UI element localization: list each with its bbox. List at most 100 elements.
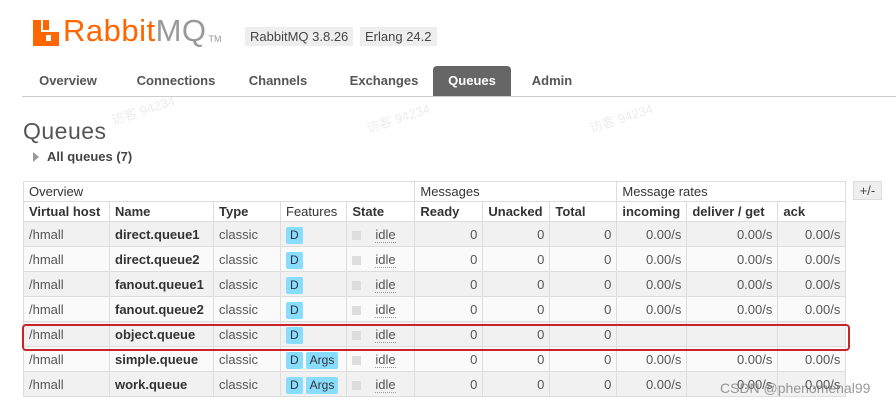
type-cell: classic: [213, 321, 281, 347]
state-indicator-icon: [352, 355, 362, 365]
ready-cell: 0: [414, 221, 484, 247]
unacked-cell: 0: [482, 271, 551, 297]
group-header-message-rates: Message rates: [616, 181, 847, 202]
features-cell: D Args: [279, 346, 348, 372]
type-cell: classic: [213, 346, 281, 372]
ack-rate-cell: 0.00/s: [777, 296, 847, 322]
features-cell: D: [279, 271, 348, 297]
state-cell: idle: [346, 296, 416, 322]
col-header-unacked[interactable]: Unacked: [482, 201, 551, 222]
col-header-name[interactable]: Name: [109, 201, 214, 222]
page-title: Queues: [23, 118, 107, 144]
queue-name-link[interactable]: work.queue: [109, 371, 214, 397]
queue-name-link[interactable]: simple.queue: [109, 346, 214, 372]
unacked-cell: 0: [482, 246, 551, 272]
incoming-rate-cell: 0.00/s: [616, 246, 688, 272]
col-header-total[interactable]: Total: [549, 201, 618, 222]
table-row: /hmall simple.queue classic D Args idle 0 0 0 0.0…: [23, 346, 847, 372]
state-indicator-icon: [352, 305, 362, 315]
col-header-ack[interactable]: ack: [777, 201, 847, 222]
vhost-cell: /hmall: [23, 271, 110, 297]
unacked-cell: 0: [482, 346, 551, 372]
ack-rate-cell: 0.00/s: [777, 346, 847, 372]
deliver-get-rate-cell: 0.00/s: [686, 221, 779, 247]
tab-queues[interactable]: Queues: [433, 66, 511, 96]
incoming-rate-cell: 0.00/s: [616, 371, 688, 397]
col-header-state[interactable]: State: [346, 201, 416, 222]
total-cell: 0: [549, 321, 618, 347]
durable-badge: D: [286, 377, 303, 394]
vhost-cell: /hmall: [23, 246, 110, 272]
queue-name-link[interactable]: fanout.queue1: [109, 271, 214, 297]
unacked-cell: 0: [482, 296, 551, 322]
erlang-version-badge: Erlang 24.2: [360, 27, 437, 46]
durable-badge: D: [286, 227, 303, 244]
state-label: idle: [375, 326, 396, 343]
tab-exchanges[interactable]: Exchanges: [335, 66, 433, 96]
state-label: idle: [375, 276, 396, 293]
durable-badge: D: [286, 352, 303, 369]
deliver-get-rate-cell: 0.00/s: [686, 296, 779, 322]
type-cell: classic: [213, 271, 281, 297]
ack-rate-cell: 0.00/s: [777, 271, 847, 297]
deliver-get-rate-cell: 0.00/s: [686, 246, 779, 272]
queue-name-link[interactable]: direct.queue2: [109, 246, 214, 272]
rabbitmq-version-badge: RabbitMQ 3.8.26: [245, 27, 354, 46]
col-header-virtual-host[interactable]: Virtual host: [23, 201, 110, 222]
ready-cell: 0: [414, 246, 484, 272]
total-cell: 0: [549, 246, 618, 272]
tab-overview[interactable]: Overview: [28, 66, 108, 96]
state-indicator-icon: [352, 330, 362, 340]
total-cell: 0: [549, 221, 618, 247]
col-header-incoming[interactable]: incoming: [616, 201, 688, 222]
ready-cell: 0: [414, 321, 484, 347]
logo-trademark: TM: [208, 34, 222, 44]
table-row: /hmall fanout.queue2 classic Didle 0 0 0 0.00/s…: [23, 296, 847, 322]
state-cell: idle: [346, 271, 416, 297]
main-nav: Overview Connections Channels Exchanges …: [22, 66, 896, 97]
state-label: idle: [375, 351, 396, 368]
state-cell: idle: [346, 371, 416, 397]
ready-cell: 0: [414, 371, 484, 397]
features-cell: D: [279, 321, 348, 347]
unacked-cell: 0: [482, 321, 551, 347]
vhost-cell: /hmall: [23, 321, 110, 347]
col-header-deliver-get[interactable]: deliver / get: [686, 201, 779, 222]
state-indicator-icon: [352, 230, 362, 240]
incoming-rate-cell: [616, 321, 688, 347]
queue-name-link[interactable]: direct.queue1: [109, 221, 214, 247]
col-header-type[interactable]: Type: [213, 201, 281, 222]
ack-rate-cell: 0.00/s: [777, 221, 847, 247]
watermark-text: 访客 94234: [364, 101, 432, 136]
vhost-cell: /hmall: [23, 346, 110, 372]
tab-admin[interactable]: Admin: [520, 66, 584, 96]
queue-name-link[interactable]: object.queue: [109, 321, 214, 347]
state-cell: idle: [346, 346, 416, 372]
tab-connections[interactable]: Connections: [126, 66, 226, 96]
deliver-get-rate-cell: 0.00/s: [686, 346, 779, 372]
deliver-get-rate-cell: 0.00/s: [686, 271, 779, 297]
total-cell: 0: [549, 346, 618, 372]
state-label: idle: [375, 226, 396, 243]
section-label: All queues (7): [47, 149, 133, 164]
vhost-cell: /hmall: [23, 296, 110, 322]
all-queues-toggle[interactable]: All queues (7): [33, 149, 132, 164]
ack-rate-cell: [777, 321, 847, 347]
total-cell: 0: [549, 371, 618, 397]
table-row: /hmall object.queue classic Didle 0 0 0: [23, 321, 847, 347]
ready-cell: 0: [414, 346, 484, 372]
table-row: /hmall direct.queue1 classic Didle 0 0 0 0.00/s…: [23, 221, 847, 247]
durable-badge: D: [286, 252, 303, 269]
type-cell: classic: [213, 296, 281, 322]
queue-name-link[interactable]: fanout.queue2: [109, 296, 214, 322]
type-cell: classic: [213, 246, 281, 272]
rabbitmq-logo-icon: [33, 20, 59, 46]
col-header-ready[interactable]: Ready: [414, 201, 484, 222]
features-cell: D: [279, 221, 348, 247]
ack-rate-cell: 0.00/s: [777, 246, 847, 272]
toggle-columns-button[interactable]: +/-: [853, 181, 882, 200]
type-cell: classic: [213, 221, 281, 247]
tab-channels[interactable]: Channels: [240, 66, 316, 96]
watermark-text: 访客 94234: [587, 101, 655, 136]
state-cell: idle: [346, 246, 416, 272]
